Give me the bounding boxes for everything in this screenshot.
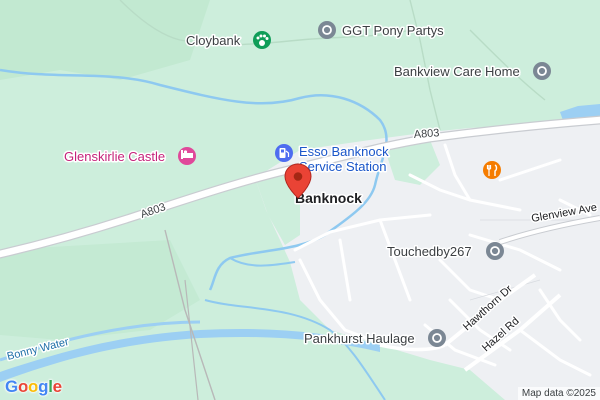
poi-label-ggt[interactable]: GGT Pony Partys (341, 22, 446, 40)
place-icon (318, 21, 336, 39)
logo-letter: e (52, 377, 62, 396)
poi-label-glenskirlie[interactable]: Glenskirlie Castle (63, 148, 167, 166)
logo-letter: g (38, 377, 49, 396)
google-logo[interactable]: Google (5, 377, 62, 397)
place-icon (428, 329, 446, 347)
paw-icon (253, 31, 271, 49)
poi-label-cloybank[interactable]: Cloybank (185, 32, 243, 50)
logo-letter: G (5, 377, 18, 396)
poi-label-bankview[interactable]: Bankview Care Home (393, 63, 522, 81)
restaurant-icon (483, 161, 501, 179)
fuel-icon (275, 144, 293, 162)
town-label-banknock[interactable]: Banknock (294, 189, 364, 208)
poi-label-pankhurst[interactable]: Pankhurst Haulage (303, 330, 417, 348)
poi-restaurant[interactable] (483, 161, 501, 179)
poi-label-esso-line1[interactable]: Esso Banknock (298, 143, 391, 161)
place-icon (533, 62, 551, 80)
poi-label-touchedby267[interactable]: Touchedby267 (386, 243, 474, 261)
logo-letter: o (28, 377, 39, 396)
place-icon (486, 242, 504, 260)
poi-cloybank[interactable]: Cloybank (185, 31, 271, 50)
hotel-icon (178, 147, 196, 165)
map-canvas[interactable]: A803 A803 Glenview Ave Hawthorn Dr Hazel… (0, 0, 600, 400)
poi-label-esso-line2[interactable]: Service Station (298, 158, 388, 176)
road-label-a803-east: A803 (413, 127, 439, 141)
map-attribution[interactable]: Map data ©2025 (517, 387, 600, 400)
logo-letter: o (17, 377, 29, 396)
